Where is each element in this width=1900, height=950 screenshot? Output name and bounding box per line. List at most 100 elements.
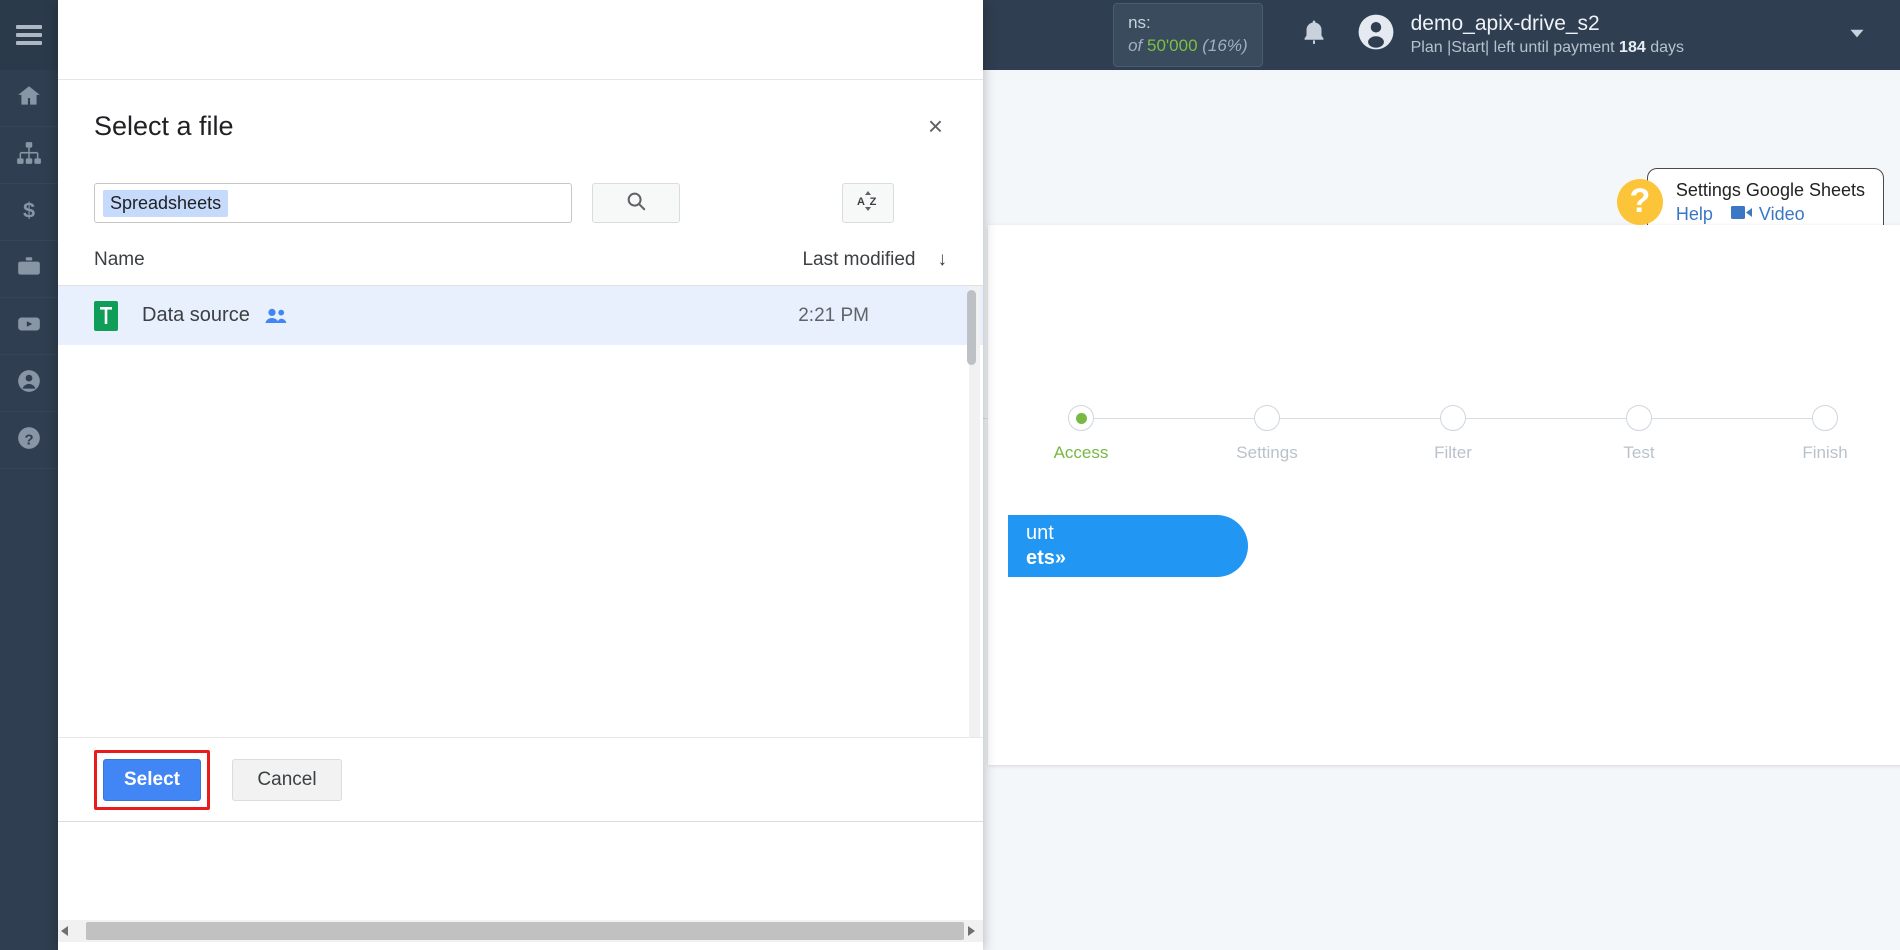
search-button[interactable] xyxy=(592,183,680,223)
file-name: Data source xyxy=(142,304,250,326)
help-title: Settings Google Sheets xyxy=(1675,180,1865,200)
step-connector xyxy=(1081,418,1267,419)
picker-bottom-area xyxy=(58,822,983,950)
picker-header: Select a file × xyxy=(58,80,983,172)
column-header-name[interactable]: Name xyxy=(94,249,802,271)
file-list-scrollbar-thumb[interactable] xyxy=(967,290,976,365)
search-icon xyxy=(625,190,647,217)
sort-button[interactable]: A Z xyxy=(842,183,894,223)
scroll-left-arrow[interactable] xyxy=(58,926,72,936)
home-icon xyxy=(16,83,42,114)
step-finish[interactable]: Finish xyxy=(1639,405,1900,463)
account-dropdown-toggle[interactable] xyxy=(1844,20,1870,51)
dollar-icon: $ xyxy=(16,197,42,228)
account-plan-status: Plan |Start| left until payment 184 days xyxy=(1410,38,1684,56)
file-last-modified: 2:21 PM xyxy=(798,304,869,326)
step-connector xyxy=(1453,418,1639,419)
step-dot xyxy=(1068,405,1094,431)
file-list: Data source 2:21 PM xyxy=(58,286,983,737)
picker-top-strip xyxy=(58,0,983,80)
account-name: demo_apix-drive_s2 xyxy=(1410,12,1600,36)
step-filter[interactable]: Filter xyxy=(1267,405,1546,463)
step-label: Finish xyxy=(1802,443,1848,462)
chevron-down-icon xyxy=(1844,29,1870,50)
connect-account-button[interactable]: unt ets» xyxy=(1008,515,1248,577)
step-dot xyxy=(1254,405,1280,431)
step-label: Filter xyxy=(1434,443,1472,462)
step-dot xyxy=(1626,405,1652,431)
sort-descending-arrow: ↓ xyxy=(937,248,948,270)
sort-az-icon: A Z xyxy=(855,189,881,218)
file-list-scroll-track[interactable] xyxy=(967,286,980,737)
svg-text:A: A xyxy=(857,196,865,208)
video-camera-icon xyxy=(1730,204,1753,225)
avatar xyxy=(1357,13,1395,56)
svg-text:Z: Z xyxy=(870,196,877,208)
quota-badge: ns: of 50'000 (16%) xyxy=(1113,3,1263,67)
sidebar-item-home[interactable] xyxy=(0,70,58,127)
bell-icon xyxy=(1299,20,1329,52)
quota-percent: (16%) xyxy=(1202,36,1248,55)
notifications-button[interactable] xyxy=(1299,18,1329,53)
step-label: Test xyxy=(1623,443,1655,462)
plan-days: 184 xyxy=(1619,38,1646,56)
step-label: Settings xyxy=(1236,443,1298,462)
svg-text:?: ? xyxy=(24,431,33,448)
step-dot xyxy=(1812,405,1838,431)
file-table-header: Name Last modified ↓ xyxy=(58,234,983,286)
sidebar-item-profile[interactable] xyxy=(0,355,58,412)
step-test[interactable]: Test xyxy=(1453,405,1732,463)
close-icon[interactable]: × xyxy=(918,109,953,143)
search-input[interactable]: Spreadsheets xyxy=(94,183,572,223)
people-shared-icon xyxy=(264,307,288,325)
help-link[interactable]: Help xyxy=(1676,204,1713,225)
user-icon xyxy=(16,368,42,399)
quota-total: 50'000 xyxy=(1147,36,1198,55)
sidebar-item-billing[interactable]: $ xyxy=(0,184,58,241)
step-connector xyxy=(1267,418,1453,419)
svg-text:$: $ xyxy=(23,197,35,222)
picker-body: Select a file × Spreadsheets A Z Name La… xyxy=(58,80,983,822)
sitemap-icon xyxy=(16,140,42,171)
connect-button-line2: ets» xyxy=(1026,547,1067,569)
hamburger-icon xyxy=(16,21,42,49)
horizontal-scrollbar-track[interactable] xyxy=(58,920,983,942)
briefcase-icon xyxy=(16,254,42,285)
quota-value: of 50'000 (16%) xyxy=(1128,36,1248,55)
question-icon: ? xyxy=(16,425,42,456)
wizard-card: Access Settings Filter Test Finish unt e… xyxy=(876,225,1900,765)
menu-toggle-button[interactable] xyxy=(0,0,58,70)
select-button-wrapper: Select xyxy=(94,749,210,810)
picker-title: Select a file xyxy=(94,110,234,141)
file-picker-dialog: Select a file × Spreadsheets A Z Name La… xyxy=(58,0,983,950)
sidebar-item-video[interactable] xyxy=(0,298,58,355)
connect-button-line1: unt xyxy=(1026,522,1054,544)
help-links: Help Video xyxy=(1676,204,1865,225)
video-link[interactable]: Video xyxy=(1759,204,1805,225)
scroll-right-arrow[interactable] xyxy=(964,926,978,936)
youtube-icon xyxy=(16,311,42,342)
step-access[interactable]: Access xyxy=(876,405,1174,463)
step-label: Access xyxy=(1053,443,1109,462)
select-button[interactable]: Select xyxy=(103,758,201,801)
quota-label: ns: xyxy=(1128,13,1151,33)
horizontal-scrollbar-thumb[interactable] xyxy=(86,922,964,940)
step-settings[interactable]: Settings xyxy=(1081,405,1360,463)
step-connector xyxy=(1639,418,1825,419)
file-list-item[interactable]: Data source 2:21 PM xyxy=(58,286,983,345)
help-question-icon[interactable]: ? xyxy=(1616,178,1663,225)
column-header-last-modified[interactable]: Last modified ↓ xyxy=(802,249,947,271)
google-sheets-icon xyxy=(94,300,118,331)
sidebar-item-business[interactable] xyxy=(0,241,58,298)
picker-search-row: Spreadsheets A Z xyxy=(58,172,983,234)
step-dot xyxy=(1440,405,1466,431)
sidebar-item-connections[interactable] xyxy=(0,127,58,184)
cancel-button[interactable]: Cancel xyxy=(232,758,342,801)
picker-footer: Select Cancel xyxy=(58,737,983,821)
application-window: $ ? ns: of 50'000 (16%) demo_apix-drive_… xyxy=(0,0,1900,950)
search-filter-chip[interactable]: Spreadsheets xyxy=(103,189,229,217)
sidebar-item-help[interactable]: ? xyxy=(0,412,58,469)
left-sidebar: $ ? xyxy=(0,0,58,950)
account-menu[interactable]: demo_apix-drive_s2 Plan |Start| left unt… xyxy=(1357,11,1684,58)
wizard-stepper: Access Settings Filter Test Finish xyxy=(876,405,1900,463)
